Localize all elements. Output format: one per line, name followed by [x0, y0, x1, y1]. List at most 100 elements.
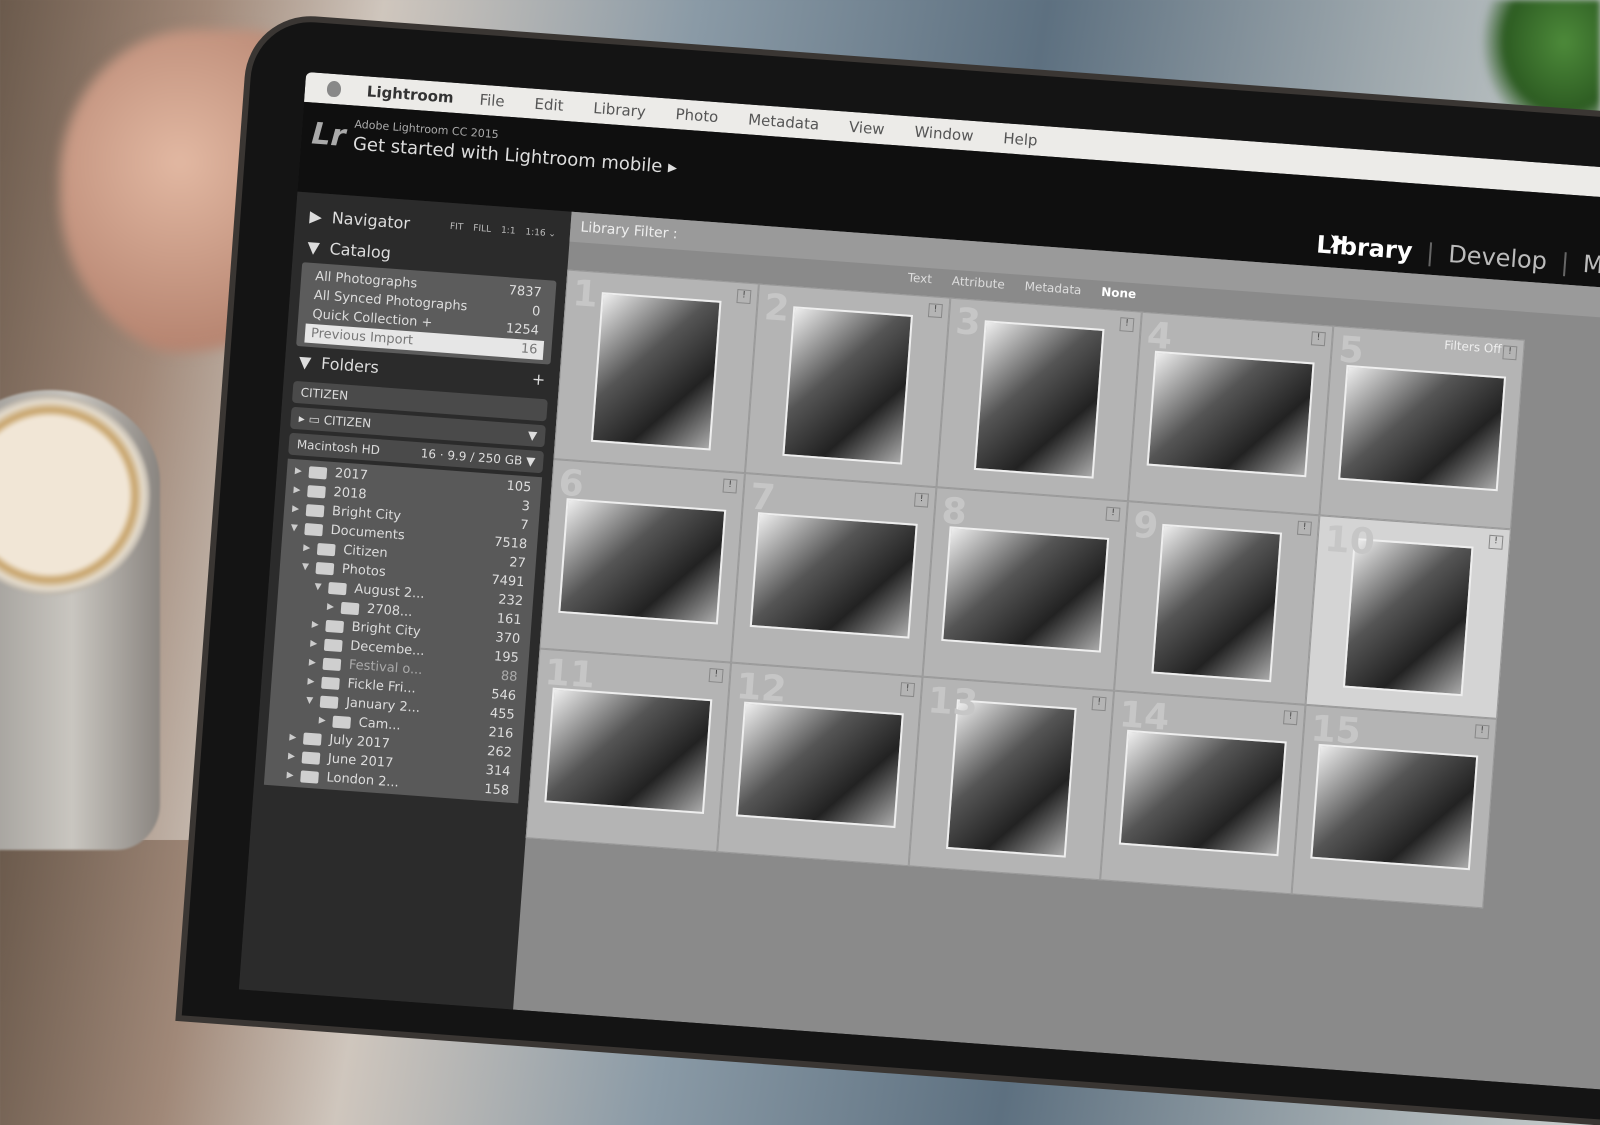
- photo-thumbnail[interactable]: [735, 701, 904, 828]
- thumbnail-cell[interactable]: 13!: [908, 676, 1115, 881]
- collapsed-triangle-icon[interactable]: ▶: [310, 638, 325, 649]
- metadata-badge-icon[interactable]: !: [1091, 696, 1107, 712]
- catalog-title: Catalog: [328, 239, 392, 263]
- collapsed-triangle-icon[interactable]: ▶: [307, 676, 322, 687]
- menu-library[interactable]: Library: [593, 99, 647, 121]
- metadata-badge-icon[interactable]: !: [1296, 520, 1312, 536]
- thumbnail-cell[interactable]: 5!: [1319, 325, 1525, 530]
- thumbnail-cell[interactable]: 1!: [553, 269, 759, 474]
- photo-thumbnail[interactable]: [749, 511, 918, 639]
- thumbnail-cell[interactable]: 8!: [922, 487, 1128, 691]
- metadata-badge-icon[interactable]: !: [722, 478, 738, 494]
- metadata-badge-icon[interactable]: !: [1283, 710, 1299, 726]
- thumbnail-cell[interactable]: 12!: [717, 662, 923, 867]
- photo-thumbnail[interactable]: [1151, 523, 1283, 683]
- thumbnail-cell[interactable]: 15!: [1291, 704, 1498, 909]
- thumbnail-cell[interactable]: 7!: [731, 473, 937, 677]
- photo-thumbnail[interactable]: [558, 497, 727, 625]
- collapsed-triangle-icon[interactable]: ▶: [318, 715, 333, 726]
- thumbnail-cell[interactable]: 4!: [1127, 311, 1334, 516]
- menu-edit[interactable]: Edit: [534, 95, 564, 115]
- folder-icon: [301, 750, 321, 765]
- metadata-badge-icon[interactable]: !: [913, 492, 929, 508]
- photo-thumbnail[interactable]: [1338, 364, 1507, 491]
- expanded-triangle-icon[interactable]: ▼: [306, 695, 321, 706]
- dropdown-icon[interactable]: ▼: [527, 428, 537, 443]
- menu-window[interactable]: Window: [914, 123, 974, 145]
- module-develop[interactable]: Develop: [1447, 240, 1548, 275]
- add-folder-button[interactable]: +: [531, 369, 546, 389]
- filter-tab-metadata[interactable]: Metadata: [1024, 279, 1082, 297]
- expanded-triangle-icon[interactable]: ▼: [302, 561, 317, 572]
- metadata-badge-icon[interactable]: !: [927, 303, 943, 319]
- menu-photo[interactable]: Photo: [675, 105, 719, 126]
- zoom-option[interactable]: 1:1: [501, 225, 516, 236]
- menu-app[interactable]: Lightroom: [366, 82, 454, 106]
- metadata-badge-icon[interactable]: !: [1105, 506, 1121, 522]
- zoom-option[interactable]: 1:16 ⌄: [525, 227, 556, 239]
- thumbnail-cell[interactable]: 14!: [1100, 690, 1306, 895]
- navigator-title: Navigator: [331, 208, 411, 233]
- apple-icon[interactable]: [326, 80, 342, 98]
- thumbnail-cell[interactable]: 11!: [525, 648, 732, 853]
- photo-thumbnail[interactable]: [1146, 350, 1315, 477]
- filter-tab-none[interactable]: None: [1101, 285, 1137, 302]
- module-map[interactable]: Map: [1582, 250, 1600, 282]
- metadata-badge-icon[interactable]: !: [1474, 724, 1490, 740]
- folder-icon: [307, 484, 326, 498]
- folder-icon: [300, 769, 320, 784]
- photo-thumbnail[interactable]: [973, 320, 1105, 479]
- photo-thumbnail[interactable]: [1118, 729, 1287, 856]
- collapsed-triangle-icon[interactable]: ▶: [293, 485, 308, 496]
- metadata-badge-icon[interactable]: !: [708, 668, 724, 684]
- folder-icon: [302, 731, 322, 746]
- photo-thumbnail[interactable]: [941, 525, 1110, 653]
- catalog-item-count: 0: [531, 304, 541, 320]
- metadata-badge-icon[interactable]: !: [736, 289, 752, 305]
- mobile-promo[interactable]: Get started with Lightroom mobile ▸: [352, 134, 678, 179]
- thumbnail-cell[interactable]: 9!: [1114, 501, 1320, 705]
- filter-tab-text[interactable]: Text: [907, 271, 932, 287]
- metadata-badge-icon[interactable]: !: [1310, 331, 1326, 347]
- collapsed-triangle-icon[interactable]: ▶: [303, 542, 318, 553]
- expanded-triangle-icon[interactable]: ▼: [290, 523, 305, 534]
- metadata-badge-icon[interactable]: !: [1488, 534, 1504, 550]
- photo-thumbnail[interactable]: [544, 687, 713, 814]
- photo-thumbnail[interactable]: [1310, 743, 1479, 870]
- module-library[interactable]: Library: [1315, 230, 1413, 265]
- zoom-option[interactable]: FILL: [473, 223, 492, 234]
- thumbnail-cell[interactable]: 6!: [539, 459, 745, 663]
- collapsed-triangle-icon[interactable]: ▶: [288, 751, 303, 762]
- collapsed-triangle-icon[interactable]: ▶: [292, 504, 307, 515]
- menu-view[interactable]: View: [848, 118, 885, 139]
- collapsed-triangle-icon[interactable]: ▶: [309, 657, 324, 668]
- folder-count: 105: [506, 478, 532, 496]
- menu-help[interactable]: Help: [1003, 129, 1038, 149]
- menu-file[interactable]: File: [479, 91, 505, 111]
- collapsed-triangle-icon[interactable]: ▶: [327, 601, 342, 612]
- zoom-option[interactable]: FIT: [450, 221, 464, 232]
- cell-number: 9: [1131, 504, 1160, 548]
- volume-size: 9.9 / 250 GB: [446, 448, 523, 468]
- collapsed-triangle-icon[interactable]: ▶: [311, 619, 326, 630]
- cell-number: 11: [543, 652, 597, 697]
- collapsed-triangle-icon[interactable]: ▶: [295, 466, 310, 477]
- thumbnail-cell[interactable]: 3!: [936, 297, 1142, 502]
- metadata-badge-icon[interactable]: !: [1119, 317, 1135, 333]
- cell-number: 1: [571, 273, 600, 316]
- metadata-badge-icon[interactable]: !: [1502, 345, 1518, 361]
- metadata-badge-icon[interactable]: !: [900, 682, 916, 698]
- photo-thumbnail[interactable]: [590, 292, 722, 451]
- collapsed-triangle-icon[interactable]: ▶: [289, 732, 304, 743]
- folder-count: 7518: [493, 534, 528, 553]
- folder-label: Cam...: [358, 715, 402, 734]
- thumbnail-cell[interactable]: 10!: [1305, 515, 1511, 719]
- menu-metadata[interactable]: Metadata: [748, 110, 820, 133]
- folder-count: 88: [500, 668, 518, 685]
- expanded-triangle-icon[interactable]: ▼: [314, 581, 329, 592]
- thumbnail-cell[interactable]: 2!: [744, 283, 951, 488]
- photo-thumbnail[interactable]: [782, 306, 914, 465]
- collapsed-triangle-icon[interactable]: ▶: [286, 770, 301, 781]
- filter-tab-attribute[interactable]: Attribute: [951, 274, 1005, 292]
- catalog-item-count: 16: [520, 341, 538, 358]
